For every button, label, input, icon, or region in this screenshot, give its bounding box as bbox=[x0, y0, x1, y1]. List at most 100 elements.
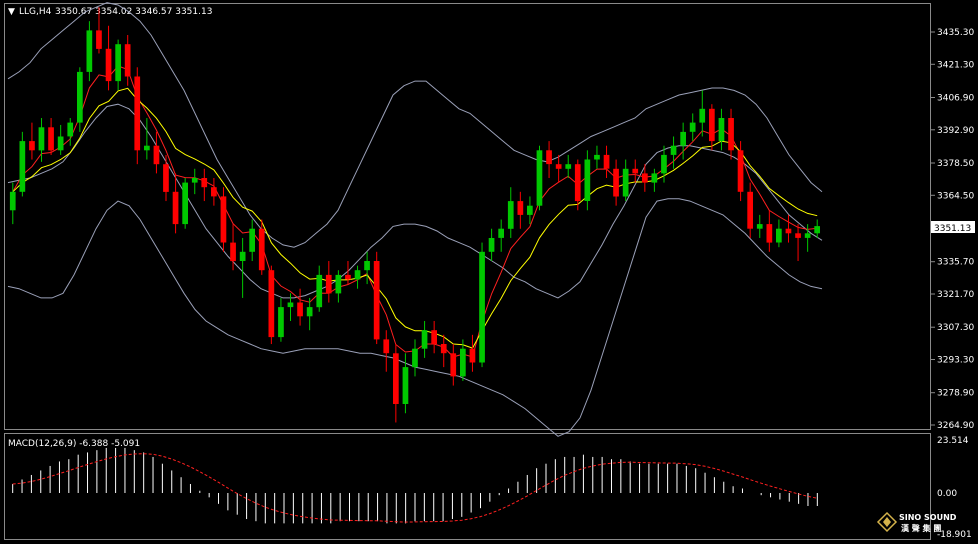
candle-body-down bbox=[172, 191, 179, 225]
candle-body-down bbox=[373, 261, 380, 340]
candle-body-down bbox=[393, 353, 399, 404]
candle-body-up bbox=[718, 118, 725, 142]
candle-body-down bbox=[134, 76, 141, 151]
candle-body-down bbox=[737, 150, 744, 192]
candle-body-down bbox=[258, 228, 265, 271]
candle-body-up bbox=[651, 173, 658, 183]
candle-body-up bbox=[287, 302, 294, 308]
candle-body-up bbox=[776, 228, 782, 243]
candle-body-up bbox=[412, 348, 418, 368]
price-tick-label: 3335.70 bbox=[937, 258, 974, 268]
candle-body-up bbox=[670, 145, 677, 155]
candle-body-down bbox=[546, 150, 552, 165]
candle-body-up bbox=[536, 150, 543, 206]
candle-body-down bbox=[96, 30, 102, 49]
candle-body-up bbox=[364, 261, 370, 271]
candle-body-down bbox=[642, 173, 648, 183]
candle-body-up bbox=[402, 367, 409, 404]
candle-body-up bbox=[316, 274, 323, 308]
candle-body-down bbox=[574, 164, 581, 202]
candle-body-up bbox=[182, 182, 188, 225]
chart-background bbox=[0, 0, 978, 544]
logo-text-zh: 漢 聲 集 團 bbox=[901, 523, 941, 533]
candle-body-down bbox=[766, 224, 773, 243]
candle-body-up bbox=[249, 228, 255, 252]
candle-body-up bbox=[191, 178, 198, 183]
candle-body-down bbox=[201, 178, 208, 188]
candle-body-up bbox=[57, 136, 64, 151]
candle-body-down bbox=[383, 339, 390, 354]
candle-body-up bbox=[9, 191, 16, 211]
candle-body-up bbox=[699, 108, 706, 123]
macd-tick-label: -18.901 bbox=[937, 530, 972, 540]
candle-body-down bbox=[220, 196, 227, 243]
candle-body-up bbox=[38, 127, 45, 151]
candle-body-up bbox=[584, 159, 591, 201]
candle-body-down bbox=[230, 242, 236, 262]
candle-body-up bbox=[689, 122, 696, 132]
candle-body-up bbox=[814, 226, 820, 234]
candle-body-up bbox=[460, 348, 466, 377]
candle-body-down bbox=[124, 44, 131, 77]
current-price-label: 3351.13 bbox=[934, 224, 971, 234]
candle-body-up bbox=[507, 201, 514, 229]
candle-body-down bbox=[297, 302, 303, 317]
price-tick-label: 3364.50 bbox=[937, 191, 974, 201]
candle-body-up bbox=[335, 274, 342, 294]
candle-body-down bbox=[450, 353, 457, 377]
candle-body-up bbox=[756, 224, 763, 229]
candle-body-down bbox=[431, 330, 437, 344]
candle-body-up bbox=[565, 164, 572, 169]
candle-body-up bbox=[527, 205, 533, 215]
candle-body-up bbox=[115, 44, 121, 82]
price-tick-label: 3307.30 bbox=[937, 323, 974, 333]
candle-body-down bbox=[469, 348, 476, 363]
candle-body-down bbox=[29, 141, 35, 151]
candle-body-down bbox=[48, 127, 54, 151]
candle-body-down bbox=[747, 191, 753, 229]
candle-body-up bbox=[354, 270, 361, 280]
price-tick-label: 3278.90 bbox=[937, 389, 974, 399]
candle-body-down bbox=[728, 118, 734, 151]
candle-body-down bbox=[105, 48, 112, 82]
macd-tick-label: 23.514 bbox=[937, 436, 969, 446]
symbol-label: LLG,H4 bbox=[19, 7, 52, 17]
candle-body-down bbox=[211, 187, 217, 197]
candle-body-up bbox=[479, 251, 485, 363]
candle-body-up bbox=[498, 228, 504, 238]
candle-body-up bbox=[622, 168, 629, 197]
dropdown-glyph[interactable]: ▼ bbox=[8, 7, 15, 17]
candle-body-down bbox=[153, 145, 160, 165]
price-tick-label: 3321.70 bbox=[937, 290, 974, 300]
candle-body-up bbox=[86, 30, 93, 72]
candle-body-up bbox=[239, 251, 246, 261]
candle-body-down bbox=[517, 201, 524, 215]
candle-body-down bbox=[795, 233, 801, 238]
price-tick-label: 3435.30 bbox=[937, 28, 974, 38]
price-chart[interactable]: ▼ LLG,H4 3350.67 3354.02 3346.57 3351.13… bbox=[0, 0, 978, 544]
price-tick-label: 3421.30 bbox=[937, 60, 974, 70]
candle-body-up bbox=[680, 131, 686, 146]
macd-label: MACD(12,26,9) -6.388 -5.091 bbox=[8, 439, 140, 449]
candle-body-down bbox=[613, 168, 619, 197]
candle-body-down bbox=[163, 164, 169, 192]
candle-body-up bbox=[661, 154, 667, 174]
candle-body-up bbox=[19, 141, 26, 192]
price-tick-label: 3392.90 bbox=[937, 126, 974, 136]
price-tick-label: 3378.50 bbox=[937, 159, 974, 169]
candle-body-down bbox=[785, 228, 792, 234]
candle-body-up bbox=[77, 71, 83, 123]
candle-body-up bbox=[306, 307, 313, 317]
price-tick-label: 3293.30 bbox=[937, 356, 974, 366]
candle-body-down bbox=[555, 164, 562, 169]
candle-body-down bbox=[632, 168, 639, 174]
candle-body-down bbox=[345, 274, 351, 280]
price-tick-label: 3406.90 bbox=[937, 94, 974, 104]
candle-body-up bbox=[488, 238, 495, 252]
candle-body-up bbox=[421, 330, 428, 349]
candle-body-down bbox=[325, 274, 332, 294]
price-tick-label: 3264.90 bbox=[937, 421, 974, 431]
candle-body-up bbox=[278, 307, 284, 338]
candle-body-down bbox=[268, 270, 275, 338]
candle-body-up bbox=[804, 233, 811, 238]
